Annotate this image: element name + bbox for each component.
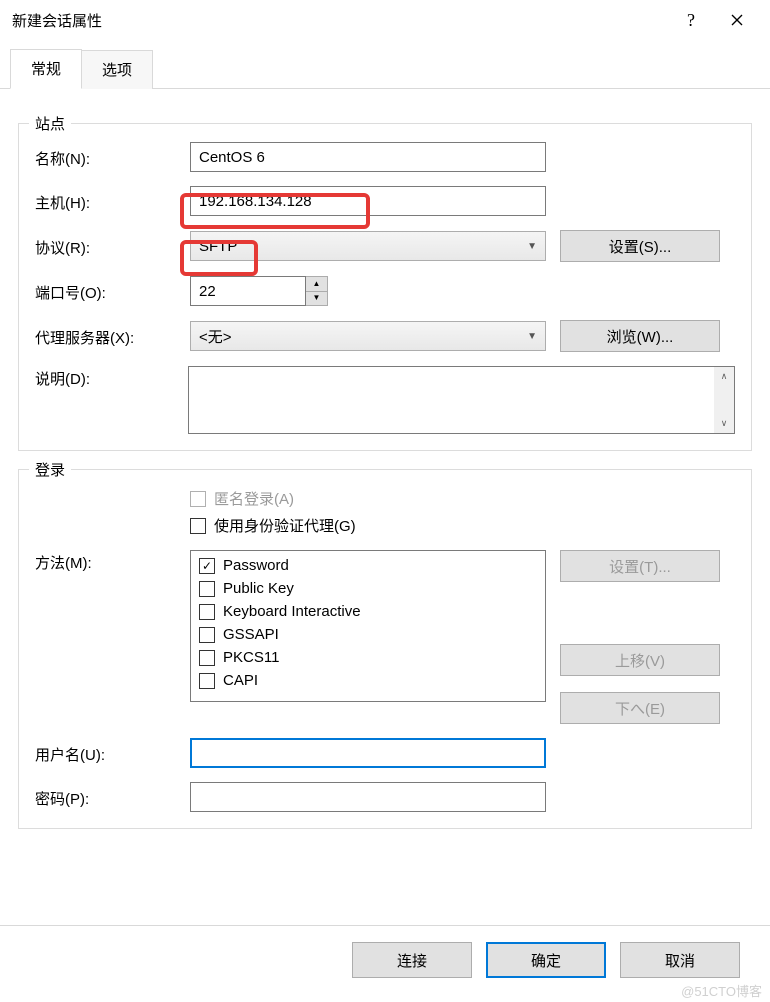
- anonymous-label: 匿名登录(A): [214, 488, 294, 509]
- method-settings-button: 设置(T)...: [560, 550, 720, 582]
- description-textarea[interactable]: ∧ ∨: [188, 366, 735, 434]
- close-button[interactable]: [714, 5, 760, 35]
- proxy-value: <无>: [199, 326, 527, 347]
- port-input[interactable]: [190, 276, 306, 306]
- connect-button[interactable]: 连接: [352, 942, 472, 978]
- host-input[interactable]: [190, 186, 546, 216]
- method-check-0[interactable]: ✓: [199, 558, 215, 574]
- method-check-5[interactable]: [199, 673, 215, 689]
- proxy-browse-button[interactable]: 浏览(W)...: [560, 320, 720, 352]
- method-item: CAPI: [223, 672, 258, 689]
- username-input[interactable]: [190, 738, 546, 768]
- protocol-value: SFTP: [199, 238, 527, 255]
- method-item: GSSAPI: [223, 626, 279, 643]
- group-site-legend: 站点: [29, 113, 71, 134]
- method-item: Keyboard Interactive: [223, 603, 361, 620]
- label-protocol: 协议(R):: [35, 235, 190, 258]
- label-username: 用户名(U):: [35, 742, 190, 765]
- group-login: 登录 匿名登录(A) 使用身份验证代理(G) 方法(M): ✓Password …: [18, 469, 752, 829]
- label-method: 方法(M):: [35, 550, 190, 573]
- tab-strip: 常规 选项: [0, 48, 770, 89]
- label-desc: 说明(D):: [35, 366, 188, 389]
- protocol-select[interactable]: SFTP ▼: [190, 231, 546, 261]
- use-agent-checkbox[interactable]: [190, 518, 206, 534]
- method-item: Password: [223, 557, 289, 574]
- use-agent-label: 使用身份验证代理(G): [214, 515, 356, 536]
- method-item: Public Key: [223, 580, 294, 597]
- method-check-3[interactable]: [199, 627, 215, 643]
- label-host: 主机(H):: [35, 190, 190, 213]
- label-password: 密码(P):: [35, 786, 190, 809]
- label-proxy: 代理服务器(X):: [35, 325, 190, 348]
- proxy-select[interactable]: <无> ▼: [190, 321, 546, 351]
- name-input[interactable]: [190, 142, 546, 172]
- moveup-button: 上移(V): [560, 644, 720, 676]
- method-listbox[interactable]: ✓ Password Public Key Keyboard Interactiv…: [190, 550, 546, 702]
- protocol-settings-button[interactable]: 设置(S)...: [560, 230, 720, 262]
- ok-button[interactable]: 确定: [486, 942, 606, 978]
- dialog-footer: 连接 确定 取消: [0, 925, 770, 978]
- scroll-up-icon: ∧: [721, 371, 728, 382]
- tab-options[interactable]: 选项: [82, 50, 153, 89]
- scroll-down-icon: ∨: [721, 418, 728, 429]
- method-check-4[interactable]: [199, 650, 215, 666]
- scrollbar[interactable]: ∧ ∨: [714, 367, 734, 433]
- chevron-down-icon: ▼: [527, 241, 537, 252]
- spin-up-icon[interactable]: ▲: [306, 277, 327, 292]
- label-name: 名称(N):: [35, 146, 190, 169]
- tab-general[interactable]: 常规: [10, 49, 82, 89]
- method-check-2[interactable]: [199, 604, 215, 620]
- close-icon: [731, 14, 743, 26]
- dialog-title: 新建会话属性: [12, 10, 668, 31]
- spin-down-icon[interactable]: ▼: [306, 292, 327, 306]
- port-spinner[interactable]: ▲ ▼: [306, 276, 328, 306]
- password-input[interactable]: [190, 782, 546, 812]
- watermark: @51CTO博客: [681, 981, 762, 1000]
- anonymous-checkbox: [190, 491, 206, 507]
- group-login-legend: 登录: [29, 459, 71, 480]
- group-site: 站点 名称(N): 主机(H): 协议(R): SFTP ▼ 设置(S)... …: [18, 123, 752, 451]
- movedown-button: 下へ(E): [560, 692, 720, 724]
- label-port: 端口号(O):: [35, 280, 190, 303]
- chevron-down-icon: ▼: [527, 331, 537, 342]
- help-button[interactable]: ?: [668, 5, 714, 35]
- method-check-1[interactable]: [199, 581, 215, 597]
- cancel-button[interactable]: 取消: [620, 942, 740, 978]
- method-item: PKCS11: [223, 649, 279, 666]
